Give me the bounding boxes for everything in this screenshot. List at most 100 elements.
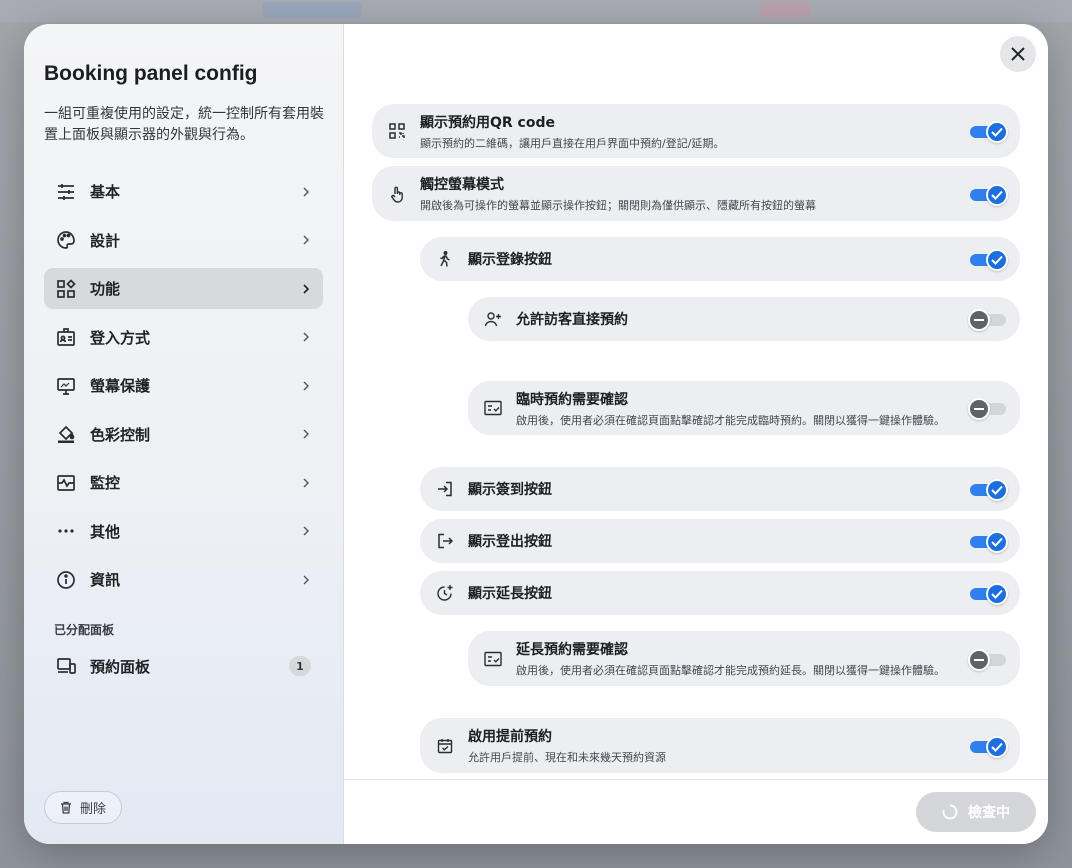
walking-icon (436, 250, 454, 268)
close-icon (1011, 47, 1025, 61)
panel-description: 一組可重複使用的設定，統一控制所有套用裝置上面板與顯示器的外觀與行為。 (44, 106, 324, 143)
touch-icon (388, 185, 406, 203)
qr-code-icon (388, 122, 406, 140)
setting-row-show-logout-button: 顯示登出按鈕 (420, 519, 1020, 563)
setting-title: 觸控螢幕模式 (420, 177, 504, 193)
toggle-switch[interactable] (970, 119, 1008, 143)
toggle-switch[interactable] (970, 477, 1008, 501)
setting-title: 顯示登錄按鈕 (468, 252, 552, 268)
sidebar-item-color-control[interactable]: 色彩控制 (44, 414, 323, 455)
chevron-right-icon (303, 283, 310, 294)
assigned-section-label: 已分配面板 (54, 623, 115, 637)
sliders-icon (56, 182, 76, 202)
more-dots-icon (56, 521, 76, 541)
panel-title: Booking panel config (44, 62, 258, 85)
setting-row-advance-booking: 啟用提前預約 允許用戶提前、現在和未來幾天預約資源 (420, 718, 1020, 773)
toggle-switch[interactable] (970, 529, 1008, 553)
monitoring-icon (56, 473, 76, 493)
sidebar-item-label: 其他 (90, 522, 121, 541)
chevron-right-icon (303, 526, 309, 536)
check-icon (991, 255, 1003, 265)
check-icon (991, 127, 1003, 137)
setting-row-qr-code: 顯示預約用QR code 顯示預約的二維碼，讓用戶直接在用戶界面中預約/登記/延… (372, 104, 1020, 158)
sidebar-item-label: 監控 (90, 474, 121, 492)
setting-row-show-login-button: 顯示登錄按鈕 (420, 237, 1020, 281)
check-icon (991, 589, 1003, 599)
assigned-panel-label: 預約面板 (90, 657, 151, 676)
setting-title: 允許訪客直接預約 (516, 312, 628, 328)
setting-title: 顯示預約用QR code (420, 114, 555, 131)
setting-row-extend-confirm: 延長預約需要確認 啟用後，使用者必須在確認頁面點擊確認才能完成預約延長。關閉以獲… (468, 631, 1020, 686)
setting-row-show-extend-button: 顯示延長按鈕 (420, 571, 1020, 615)
sidebar-item-features[interactable]: 功能 (44, 268, 323, 309)
setting-row-adhoc-confirm: 臨時預約需要確認 啟用後，使用者必須在確認頁面點擊確認才能完成臨時預約。關閉以獲… (468, 381, 1020, 435)
event-available-icon (436, 737, 454, 755)
assigned-count-badge: 1 (289, 656, 311, 676)
sidebar-item-label: 基本 (90, 183, 121, 201)
backdrop-chip (262, 2, 362, 18)
setting-description: 開啟後為可操作的螢幕並顯示操作按鈕；關閉則為僅供顯示、隱藏所有按鈕的螢幕 (420, 199, 816, 212)
logout-icon (436, 532, 454, 550)
sidebar-item-label: 螢幕保護 (90, 377, 151, 395)
chevron-right-icon (303, 429, 309, 439)
chevron-right-icon (303, 575, 309, 584)
setting-title: 啟用提前預約 (468, 729, 552, 745)
modal-footer: 檢查中 (344, 779, 1048, 844)
toggle-switch[interactable] (968, 396, 1006, 420)
paint-bucket-icon (56, 424, 76, 444)
palette-icon (56, 230, 76, 250)
more-time-icon (436, 584, 454, 602)
chevron-right-icon (303, 235, 309, 245)
toggle-switch[interactable] (970, 734, 1008, 758)
sidebar-item-label: 資訊 (90, 571, 121, 589)
sidebar-item-basic[interactable]: 基本 (44, 171, 323, 212)
sidebar-item-monitoring[interactable]: 監控 (44, 462, 323, 503)
setting-description: 啟用後，使用者必須在確認頁面點擊確認才能完成預約延長。關閉以獲得一鍵操作體驗。 (516, 664, 945, 677)
setting-title: 延長預約需要確認 (516, 642, 628, 658)
toggle-switch[interactable] (968, 307, 1006, 331)
check-label: 檢查中 (968, 805, 1010, 821)
assigned-panel-item[interactable]: 預約面板 1 (44, 646, 323, 686)
setting-description: 顯示預約的二維碼，讓用戶直接在用戶界面中預約/登記/延期。 (420, 136, 725, 150)
person-add-icon (484, 310, 502, 328)
sidebar-item-design[interactable]: 設計 (44, 220, 323, 261)
badge-icon (56, 327, 76, 347)
config-modal: Booking panel config 一組可重複使用的設定，統一控制所有套用… (24, 24, 1048, 844)
sidebar: Booking panel config 一組可重複使用的設定，統一控制所有套用… (24, 24, 344, 844)
setting-title: 顯示簽到按鈕 (468, 482, 552, 498)
chevron-right-icon (303, 332, 309, 342)
toggle-switch[interactable] (970, 182, 1008, 206)
spinner-icon (942, 804, 958, 820)
backdrop-chip (760, 2, 810, 18)
setting-title: 顯示登出按鈕 (468, 534, 552, 550)
toggle-switch[interactable] (970, 581, 1008, 605)
setting-description: 啟用後，使用者必須在確認頁面點擊確認才能完成臨時預約。關閉以獲得一鍵操作體驗。 (516, 413, 945, 427)
setting-description: 允許用戶提前、現在和未來幾天預約資源 (468, 751, 666, 764)
sidebar-item-other[interactable]: 其他 (44, 511, 323, 552)
chevron-right-icon (303, 478, 309, 487)
toggle-switch[interactable] (968, 647, 1006, 671)
minus-icon (974, 658, 984, 661)
setting-row-touch-mode: 觸控螢幕模式 開啟後為可操作的螢幕並顯示操作按鈕；關閉則為僅供顯示、隱藏所有按鈕… (372, 166, 1020, 221)
close-button[interactable] (1000, 36, 1036, 72)
toggle-switch[interactable] (970, 247, 1008, 271)
chevron-right-icon (303, 381, 309, 390)
trash-icon (60, 801, 71, 814)
check-icon (991, 190, 1003, 200)
setting-row-guest-booking: 允許訪客直接預約 (468, 297, 1020, 341)
sidebar-item-login-method[interactable]: 登入方式 (44, 317, 323, 358)
sidebar-item-info[interactable]: 資訊 (44, 559, 323, 600)
login-icon (436, 480, 454, 498)
check-button[interactable]: 檢查中 (916, 792, 1036, 832)
delete-button[interactable]: 刪除 (44, 791, 122, 824)
widgets-icon (56, 278, 76, 299)
check-icon (991, 537, 1003, 547)
minus-icon (974, 319, 984, 321)
setting-row-show-checkin-button: 顯示簽到按鈕 (420, 467, 1020, 511)
sidebar-item-screensaver[interactable]: 螢幕保護 (44, 365, 323, 406)
minus-icon (974, 408, 984, 410)
fact-check-icon (484, 650, 502, 668)
info-icon (56, 570, 76, 590)
sidebar-item-label: 功能 (90, 280, 121, 298)
check-icon (991, 485, 1003, 495)
